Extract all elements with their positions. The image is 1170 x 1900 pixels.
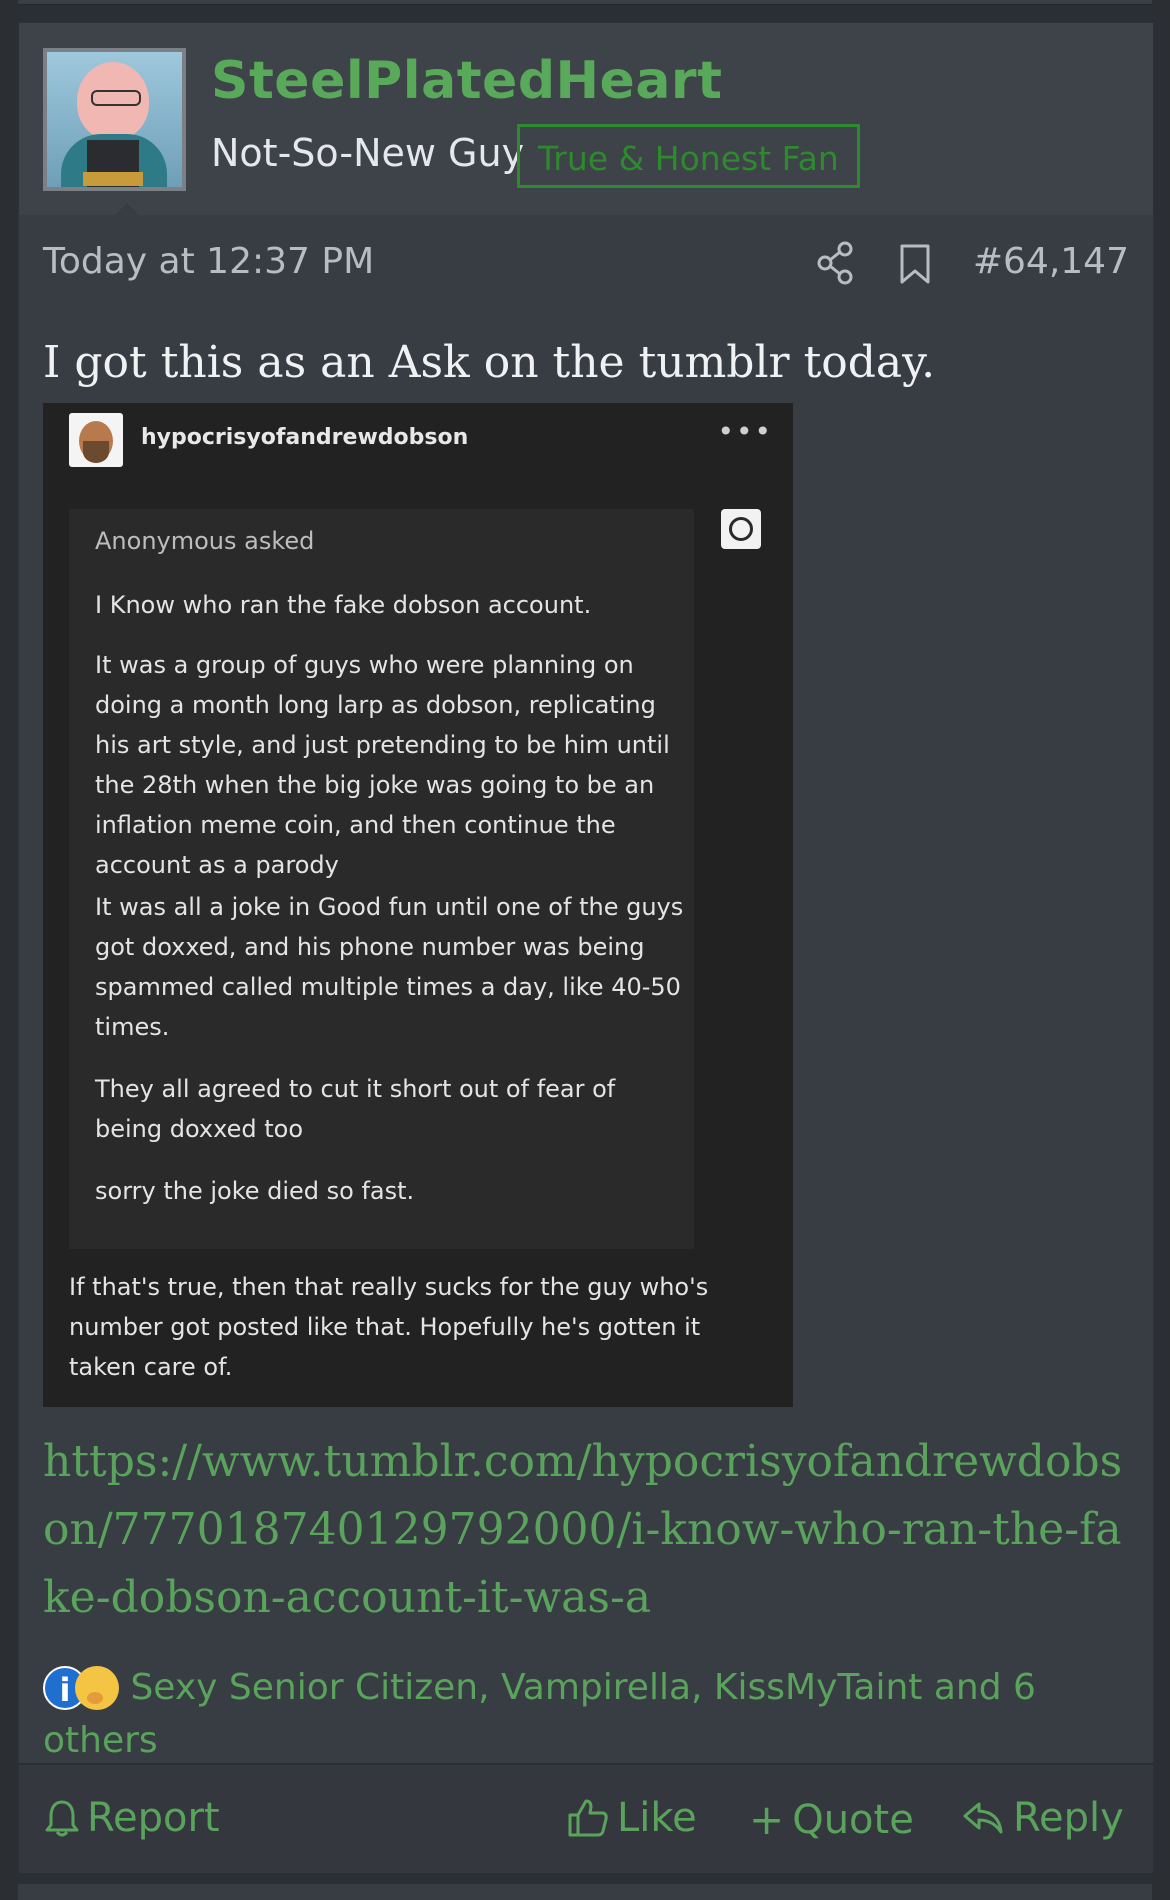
ask-paragraph: I Know who ran the fake dobson account.	[95, 591, 592, 619]
quote-button[interactable]: + Quote	[749, 1795, 914, 1844]
reply-button[interactable]: Reply	[961, 1795, 1124, 1841]
avatar[interactable]	[43, 48, 186, 191]
more-options-icon: •••	[717, 415, 773, 448]
ask-paragraph: They all agreed to cut it short out of f…	[95, 1075, 616, 1143]
user-banner: True & Honest Fan	[517, 124, 860, 188]
quote-label: Quote	[792, 1796, 914, 1843]
header-pointer	[115, 203, 139, 215]
bottom-divider	[18, 1884, 1152, 1900]
username[interactable]: SteelPlatedHeart	[211, 51, 722, 111]
ask-paragraph: It was all a joke in Good fun until one …	[95, 893, 684, 1041]
post-footer: Report Like + Quote Reply	[19, 1763, 1153, 1873]
reply-arrow-icon	[963, 1802, 1003, 1834]
anonymous-icon	[721, 509, 761, 549]
post-body-text: I got this as an Ask on the tumblr today…	[43, 337, 936, 388]
tumblr-link[interactable]: https://www.tumblr.com/hypocrisyofandrew…	[43, 1428, 1133, 1632]
top-divider	[18, 0, 1152, 5]
plus-icon: +	[749, 1795, 785, 1844]
ask-paragraph: sorry the joke died so fast.	[95, 1177, 415, 1205]
bell-icon	[45, 1800, 79, 1837]
reactions-bar[interactable]: i Sexy Senior Citizen, Vampirella, KissM…	[43, 1661, 1133, 1767]
bookmark-icon[interactable]	[897, 243, 933, 285]
answer-text: If that's true, then that really sucks f…	[69, 1273, 709, 1381]
tumblr-blog-name: hypocrisyofandrewdobson	[141, 425, 469, 450]
thumbs-up-icon	[568, 1799, 608, 1837]
ask-paragraph: It was a group of guys who were planning…	[95, 651, 670, 879]
tumblr-avatar	[69, 413, 123, 467]
ask-asker: Anonymous asked	[95, 527, 315, 555]
thinking-reaction-icon	[75, 1666, 119, 1710]
forum-post: SteelPlatedHeart Not-So-New Guy True & H…	[18, 22, 1154, 1873]
like-label: Like	[617, 1795, 697, 1841]
like-button[interactable]: Like	[567, 1795, 697, 1841]
reaction-users[interactable]: Sexy Senior Citizen, Vampirella, KissMyT…	[43, 1667, 1036, 1761]
report-label: Report	[87, 1795, 220, 1841]
report-button[interactable]: Report	[45, 1795, 220, 1841]
post-number[interactable]: #64,147	[973, 241, 1129, 282]
user-title: Not-So-New Guy	[211, 131, 525, 175]
reply-label: Reply	[1013, 1795, 1124, 1841]
share-icon[interactable]	[815, 241, 855, 285]
embedded-screenshot[interactable]: hypocrisyofandrewdobson ••• Anonymous as…	[43, 403, 793, 1407]
post-user-header: SteelPlatedHeart Not-So-New Guy True & H…	[19, 23, 1153, 215]
post-timestamp[interactable]: Today at 12:37 PM	[43, 241, 374, 282]
